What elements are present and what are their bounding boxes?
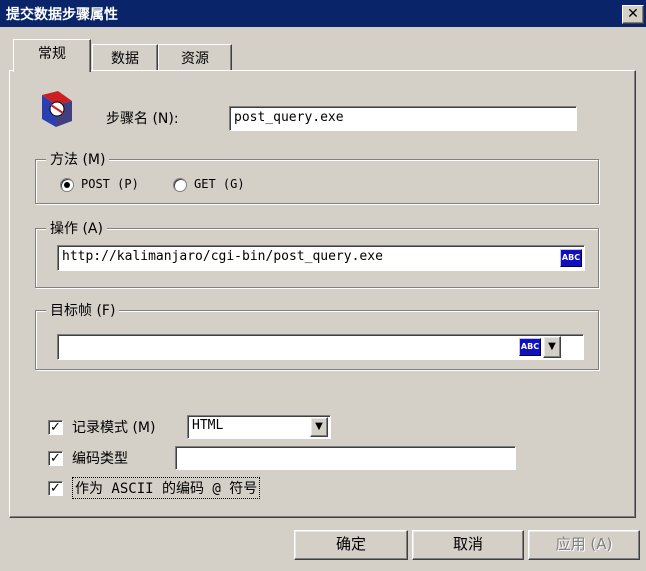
tab-resources-label: 资源 — [181, 51, 209, 67]
step-name-input[interactable]: post_query.exe — [229, 106, 577, 131]
ok-button-label: 确定 — [335, 535, 366, 553]
apply-button[interactable]: 应用 (A) — [528, 530, 640, 560]
tab-resources[interactable]: 资源 — [158, 44, 232, 71]
target-frame-legend: 目标帧 (F) — [46, 300, 120, 320]
action-legend: 操作 (A) — [46, 218, 107, 238]
get-radio-label[interactable]: GET (G) — [194, 177, 245, 191]
radio-selected-dot — [64, 182, 70, 188]
cancel-button[interactable]: 取消 — [412, 530, 524, 560]
record-mode-checkbox[interactable]: ✓ — [48, 420, 63, 435]
tab-data[interactable]: 数据 — [92, 44, 158, 71]
tab-general-label: 常规 — [38, 46, 66, 62]
method-legend: 方法 (M) — [46, 149, 110, 169]
abc-button-target[interactable]: ABC — [519, 338, 541, 356]
ok-button[interactable]: 确定 — [294, 530, 408, 560]
record-mode-label: 记录模式 (M) — [72, 420, 156, 436]
step-icon — [42, 91, 72, 127]
post-radio-label[interactable]: POST (P) — [81, 177, 139, 191]
close-icon: ✕ — [627, 6, 639, 22]
encoding-type-checkbox[interactable]: ✓ — [48, 451, 63, 466]
tab-data-label: 数据 — [111, 51, 139, 67]
action-input[interactable]: http://kalimanjaro/cgi-bin/post_query.ex… — [57, 245, 585, 271]
post-radio[interactable] — [60, 178, 74, 192]
tab-general[interactable]: 常规 — [13, 39, 91, 72]
step-name-label: 步骤名 (N): — [106, 111, 179, 127]
encoding-type-label: 编码类型 — [72, 451, 128, 467]
close-button[interactable]: ✕ — [622, 5, 644, 24]
chevron-down-icon: ▼ — [548, 341, 556, 352]
ascii-encoding-label[interactable]: 作为 ASCII 的编码 @ 符号 — [72, 477, 261, 499]
encoding-type-input[interactable] — [175, 446, 516, 470]
get-radio[interactable] — [173, 178, 187, 192]
ascii-encoding-checkbox[interactable]: ✓ — [48, 481, 63, 496]
apply-button-label: 应用 (A) — [555, 535, 613, 553]
chevron-down-icon: ▼ — [315, 421, 323, 432]
record-mode-dropdown-button[interactable]: ▼ — [310, 417, 328, 437]
window-title: 提交数据步骤属性 — [6, 7, 118, 23]
target-frame-input[interactable] — [57, 334, 584, 360]
target-frame-dropdown-button[interactable]: ▼ — [543, 336, 561, 358]
abc-button-action[interactable]: ABC — [560, 249, 582, 267]
cancel-button-label: 取消 — [452, 535, 483, 553]
